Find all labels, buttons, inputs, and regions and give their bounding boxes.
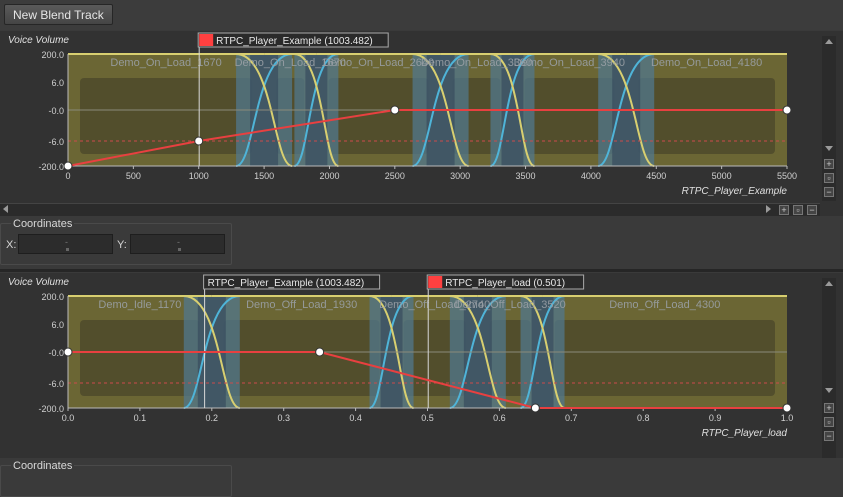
graph-2-vscrollbar[interactable]: + ▫ − xyxy=(822,278,836,458)
graph-1-y-title: Voice Volume xyxy=(8,35,69,46)
graph-2-y-title: Voice Volume xyxy=(8,277,69,288)
x-coordinate-field[interactable]: - xyxy=(18,234,113,254)
x-tick-label: 0.6 xyxy=(493,413,506,423)
y-tick-label: -0.0 xyxy=(48,106,64,116)
coordinates-panel-2: Coordinates xyxy=(0,460,232,497)
graph-2-x-title: RTPC_Player_load xyxy=(701,428,787,439)
x-tick-label: 0.5 xyxy=(421,413,434,423)
curve-point-handle xyxy=(782,403,792,413)
zoom-in-vertical-button[interactable]: + xyxy=(824,403,834,413)
rtpc-marker-label: RTPC_Player_Example (1003.482) xyxy=(208,278,365,289)
new-blend-track-button[interactable]: New Blend Track xyxy=(4,4,113,25)
y-tick-label: -6.0 xyxy=(48,137,64,147)
sound-block xyxy=(223,320,380,396)
zoom-in-vertical-button[interactable]: + xyxy=(824,159,834,169)
scroll-down-arrow-icon[interactable] xyxy=(825,388,833,393)
graph-panel-1: Demo_On_Load_1670 Demo_On_Load_1670 Demo_O… xyxy=(0,31,843,216)
x-tick-label: 500 xyxy=(126,171,141,181)
x-tick-label: 5500 xyxy=(777,171,797,181)
zoom-out-horizontal-button[interactable]: − xyxy=(807,205,817,215)
sound-label: Demo_Off_Load_3520 xyxy=(455,299,566,311)
graph-1-hscrollbar[interactable]: + ▫ − xyxy=(0,203,820,216)
zoom-fit-horizontal-button[interactable]: ▫ xyxy=(793,205,803,215)
curve-point-handle xyxy=(194,136,204,146)
x-tick-label: 0.3 xyxy=(277,413,290,423)
y-tick-label: 200.0 xyxy=(41,50,64,60)
zoom-fit-vertical-button[interactable]: ▫ xyxy=(824,173,834,183)
curve-point-handle xyxy=(782,105,792,115)
scroll-up-arrow-icon[interactable] xyxy=(825,39,833,44)
scroll-down-arrow-icon[interactable] xyxy=(825,146,833,151)
scroll-left-arrow-icon[interactable] xyxy=(3,205,8,213)
zoom-fit-vertical-button[interactable]: ▫ xyxy=(824,417,834,427)
zoom-out-vertical-button[interactable]: − xyxy=(824,431,834,441)
x-tick-label: 0.0 xyxy=(62,413,75,423)
y-coordinate-label: Y: xyxy=(117,239,127,251)
graph-1-x-title: RTPC_Player_Example xyxy=(681,186,787,197)
x-tick-label: 0.4 xyxy=(349,413,362,423)
rtpc-marker-label: RTPC_Player_load (0.501) xyxy=(445,278,565,289)
zoom-in-horizontal-button[interactable]: + xyxy=(779,205,789,215)
sound-block xyxy=(80,78,253,154)
y-coordinate-field[interactable]: - xyxy=(130,234,225,254)
curve-point-handle xyxy=(530,403,540,413)
graph-1-vscrollbar[interactable]: + ▫ − xyxy=(822,36,836,201)
sound-block xyxy=(554,320,775,396)
zoom-out-vertical-button[interactable]: − xyxy=(824,187,834,197)
scroll-right-arrow-icon[interactable] xyxy=(766,205,771,213)
curve-point-handle xyxy=(390,105,400,115)
x-tick-label: 3000 xyxy=(450,171,470,181)
rtpc-marker-label: RTPC_Player_Example (1003.482) xyxy=(216,36,373,47)
curve-point-handle xyxy=(63,161,73,171)
y-tick-label: -200.0 xyxy=(38,162,64,172)
graph-panel-2: Demo_Idle_1170 Demo_Off_Load_1930 Demo_Off… xyxy=(0,273,843,458)
y-tick-label: -6.0 xyxy=(48,379,64,389)
x-tick-label: 0.8 xyxy=(637,413,650,423)
y-tick-label: -0.0 xyxy=(48,348,64,358)
sound-block xyxy=(638,78,775,154)
x-tick-label: 1000 xyxy=(189,171,209,181)
y-tick-label: 6.0 xyxy=(51,320,64,330)
sound-block xyxy=(80,320,200,396)
sound-label: Demo_Idle_1170 xyxy=(98,299,181,311)
sound-label: Demo_Off_Load_1930 xyxy=(246,299,357,311)
sound-label: Demo_On_Load_1670 xyxy=(110,57,221,69)
x-coordinate-label: X: xyxy=(6,239,17,251)
x-tick-label: 0 xyxy=(65,171,70,181)
x-tick-label: 0.9 xyxy=(709,413,722,423)
x-tick-label: 2000 xyxy=(319,171,339,181)
x-tick-label: 0.1 xyxy=(134,413,147,423)
y-tick-label: 6.0 xyxy=(51,78,64,88)
x-tick-label: 4500 xyxy=(646,171,666,181)
curve-point-handle xyxy=(63,347,73,357)
x-tick-label: 3500 xyxy=(516,171,536,181)
x-tick-label: 5000 xyxy=(712,171,732,181)
curve-point-handle xyxy=(315,347,325,357)
coordinates-title: Coordinates xyxy=(11,218,75,230)
x-tick-label: 2500 xyxy=(385,171,405,181)
scroll-up-arrow-icon[interactable] xyxy=(825,281,833,286)
x-tick-label: 1500 xyxy=(254,171,274,181)
rtpc-flag-icon xyxy=(428,276,443,288)
y-tick-label: 200.0 xyxy=(41,292,64,302)
sound-label: Demo_On_Load_3940 xyxy=(514,57,625,69)
y-tick-label: -200.0 xyxy=(38,404,64,414)
x-tick-label: 4000 xyxy=(581,171,601,181)
coordinates-panel-1: Coordinates X: - Y: - xyxy=(0,218,232,265)
sound-label: Demo_On_Load_2640 xyxy=(323,57,434,69)
sound-label: Demo_Off_Load_4300 xyxy=(609,299,720,311)
x-tick-label: 0.7 xyxy=(565,413,578,423)
sound-label: Demo_On_Load_4180 xyxy=(651,57,762,69)
x-tick-label: 0.2 xyxy=(206,413,219,423)
blend-graph-2[interactable]: Demo_Idle_1170 Demo_Off_Load_1930 Demo_Off… xyxy=(0,273,820,445)
coordinates-title-2: Coordinates xyxy=(11,460,75,472)
x-tick-label: 1.0 xyxy=(781,413,794,423)
panel-splitter[interactable] xyxy=(0,269,843,272)
toolbar: New Blend Track xyxy=(0,0,843,30)
blend-graph-1[interactable]: Demo_On_Load_1670 Demo_On_Load_1670Demo_O… xyxy=(0,31,820,203)
rtpc-flag-icon xyxy=(199,34,214,46)
